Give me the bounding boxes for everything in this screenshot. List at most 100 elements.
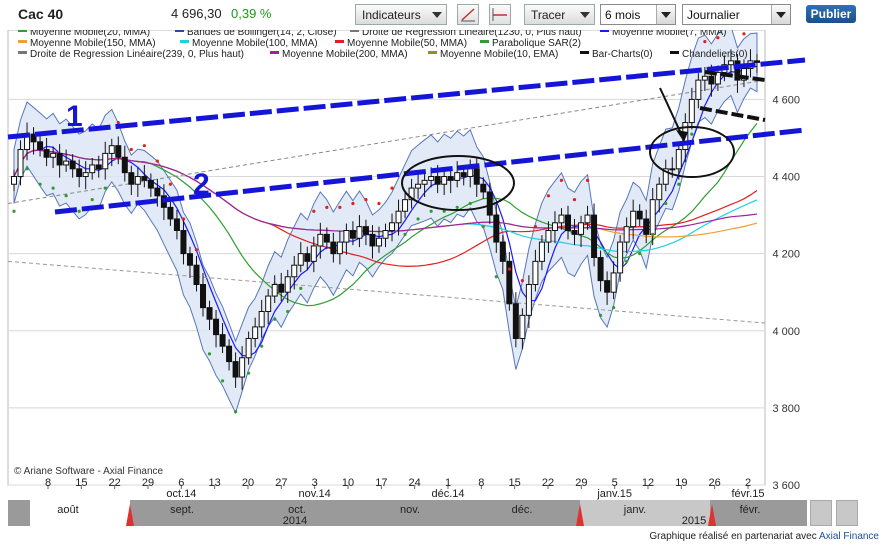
legend-entry: Chandeliers(0)	[682, 49, 748, 60]
candle-body	[754, 60, 760, 63]
candle-body	[206, 307, 213, 320]
candle-body	[180, 230, 187, 255]
candle-body	[226, 345, 233, 363]
candle-body	[636, 210, 643, 220]
candle-body	[154, 187, 161, 197]
x-tick-label: 29	[575, 477, 587, 489]
sar-dot	[325, 205, 329, 209]
period-select-button[interactable]	[656, 5, 675, 24]
x-tick-label: 15	[75, 477, 87, 489]
candle-body	[402, 199, 409, 212]
candle-body	[349, 230, 356, 239]
chevron-down-icon	[661, 12, 671, 18]
candle-body	[545, 230, 552, 243]
x-tick-label: 8	[45, 477, 51, 489]
symbol-name: Cac 40	[18, 6, 64, 22]
interval-select[interactable]: Journalier	[682, 4, 791, 25]
sar-dot	[90, 198, 94, 202]
candle-body	[128, 172, 135, 185]
sar-dot	[312, 209, 316, 213]
candle-body	[415, 183, 422, 189]
legend-swatch	[18, 51, 27, 54]
sar-dot	[51, 186, 55, 190]
period-select[interactable]: 6 mois	[600, 4, 676, 25]
candle-body	[701, 75, 708, 81]
navigator-year: 2015	[682, 515, 706, 527]
candle-body	[649, 199, 656, 235]
line-tool-button[interactable]	[457, 4, 479, 25]
x-tick-label: 13	[209, 477, 221, 489]
candle-body	[467, 168, 474, 178]
toolbar: Cac 40 4 696,30 0,39 % Indicateurs Trace…	[0, 0, 887, 30]
candle-body	[375, 237, 382, 247]
sar-dot	[612, 306, 616, 310]
partner-link[interactable]: Axial Finance	[819, 531, 879, 542]
partner-credit: Graphique réalisé en partenariat avec Ax…	[649, 531, 879, 542]
legend-swatch	[580, 51, 589, 54]
y-tick-label: 3 800	[772, 403, 800, 415]
sar-dot	[546, 194, 551, 198]
indicators-dropdown[interactable]: Indicateurs	[355, 4, 447, 25]
sar-dot	[64, 194, 68, 198]
candle-body	[688, 98, 695, 124]
candle-body	[499, 241, 506, 262]
sar-dot	[742, 32, 746, 36]
navigator-month: févr.	[740, 504, 761, 516]
candle-body	[63, 160, 70, 166]
candle-body	[291, 264, 298, 278]
candle-body	[56, 152, 63, 166]
scroll-left-button[interactable]	[810, 500, 832, 526]
sar-dot	[625, 259, 629, 263]
sar-dot	[129, 147, 133, 152]
x-tick-label: 15	[509, 477, 521, 489]
horizontal-tool-button[interactable]	[489, 4, 511, 25]
sar-dot	[260, 344, 264, 348]
candle-body	[193, 264, 200, 285]
candle-body	[473, 168, 480, 185]
y-tick-label: 4 400	[772, 172, 800, 184]
candle-body	[362, 226, 369, 235]
candle-body	[89, 164, 96, 174]
legend-swatch	[428, 51, 437, 54]
draw-dropdown[interactable]: Tracer	[524, 4, 595, 25]
candle-body	[115, 145, 122, 158]
candle-body	[336, 241, 343, 255]
last-price: 4 696,30	[171, 6, 222, 21]
candle-body	[382, 230, 389, 239]
candle-body	[447, 176, 454, 181]
sar-dot	[116, 120, 120, 125]
legend-swatch	[270, 51, 279, 54]
publish-button[interactable]: Publier	[806, 5, 856, 23]
x-month-label: janv.15	[596, 488, 632, 500]
candle-body	[95, 164, 102, 170]
x-month-label: déc.14	[431, 488, 464, 500]
interval-select-button[interactable]	[771, 5, 790, 24]
sar-dot	[677, 182, 681, 186]
sar-dot	[351, 201, 355, 206]
chart-canvas[interactable]: 4 6004 4004 2004 0003 8003 60012Moyenne …	[0, 0, 887, 549]
navigator-month: nov.	[400, 504, 420, 516]
sar-dot	[377, 201, 381, 206]
sar-dot	[403, 232, 407, 236]
candle-body	[265, 295, 272, 312]
candle-body	[284, 276, 291, 293]
candle-body	[617, 241, 624, 274]
chevron-down-icon	[776, 12, 786, 18]
scroll-right-button[interactable]	[836, 500, 858, 526]
chevron-down-icon	[432, 12, 442, 18]
candle-body	[141, 176, 148, 181]
trendline-icon	[461, 8, 475, 22]
legend-entry: Moyenne Mobile(200, MMA)	[282, 49, 408, 60]
sar-dot	[664, 201, 668, 206]
sar-dot	[168, 182, 173, 186]
candle-body	[675, 149, 682, 170]
candle-body	[121, 156, 128, 174]
candle-body	[369, 233, 376, 247]
legend-entry: Moyenne Mobile(10, EMA)	[440, 49, 558, 60]
sar-dot	[364, 198, 368, 202]
y-tick-label: 3 600	[772, 480, 800, 492]
x-month-label: févr.15	[731, 488, 764, 500]
candle-body	[258, 310, 265, 328]
sar-dot	[38, 182, 42, 186]
candle-body	[82, 172, 89, 178]
